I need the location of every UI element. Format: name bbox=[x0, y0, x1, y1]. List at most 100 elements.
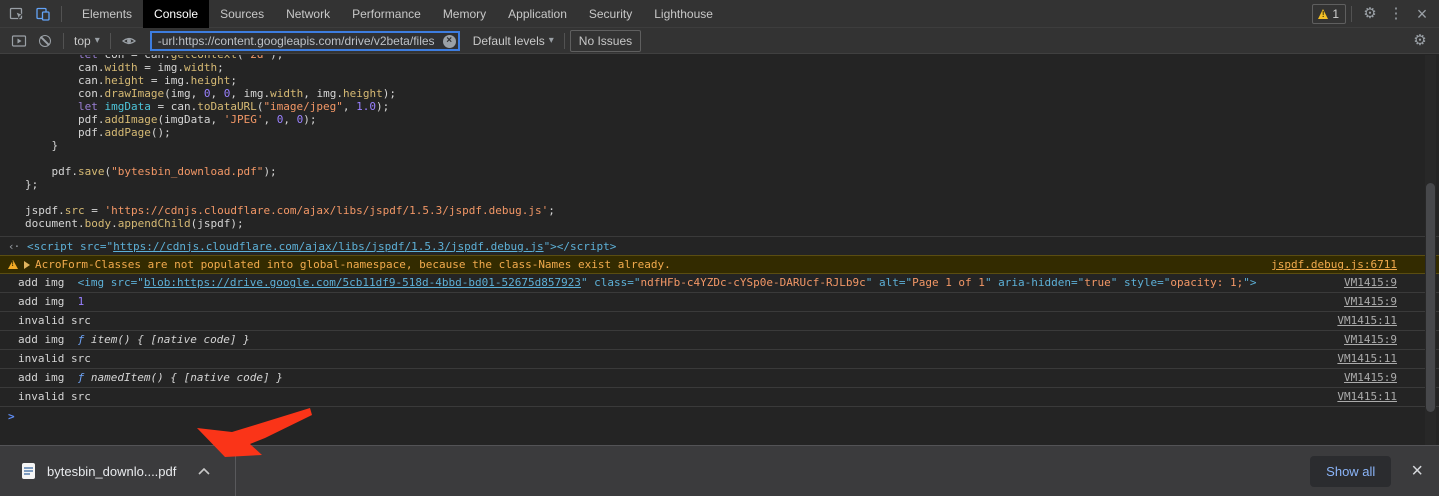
tab-lighthouse[interactable]: Lighthouse bbox=[643, 0, 724, 28]
no-issues-button[interactable]: No Issues bbox=[570, 30, 641, 52]
code-line: let imgData = can.toDataURL("image/jpeg"… bbox=[25, 100, 1439, 113]
log-message: invalid src bbox=[18, 352, 91, 365]
downloaded-file-chip[interactable]: bytesbin_downlo....pdf bbox=[0, 446, 236, 496]
source-location-link[interactable]: VM1415:9 bbox=[1332, 371, 1397, 384]
result-content: <script src="https://cdnjs.cloudflare.co… bbox=[27, 240, 616, 253]
source-location-link[interactable]: jspdf.debug.js:6711 bbox=[1259, 258, 1397, 271]
code-token: ; bbox=[217, 61, 224, 74]
live-expression-button[interactable] bbox=[116, 28, 142, 54]
code-token: can. bbox=[25, 74, 104, 87]
code-token: 1 bbox=[78, 295, 85, 308]
code-token: '2d' bbox=[244, 55, 271, 61]
console-toolbar: top ▾ × Default levels ▾ No Issues ⚙ bbox=[0, 28, 1439, 54]
code-token: ; bbox=[230, 74, 237, 87]
code-token: "bytesbin_download.pdf" bbox=[111, 165, 263, 178]
clear-console-button[interactable] bbox=[32, 28, 58, 54]
code-token: ; bbox=[548, 204, 555, 217]
console-scrollbar-track[interactable] bbox=[1425, 55, 1436, 445]
code-token: } bbox=[25, 139, 58, 152]
code-token: addImage bbox=[104, 113, 157, 126]
code-token: (imgData, bbox=[157, 113, 223, 126]
execution-context-selector[interactable]: top ▾ bbox=[69, 34, 105, 48]
download-shelf: bytesbin_downlo....pdf Show all × bbox=[0, 445, 1439, 496]
console-sidebar-toggle-button[interactable] bbox=[6, 28, 32, 54]
code-token: add img bbox=[18, 276, 78, 289]
code-token: <script src=" bbox=[27, 240, 113, 253]
show-all-downloads-button[interactable]: Show all bbox=[1310, 456, 1391, 487]
code-token: <img src=" bbox=[78, 276, 144, 289]
tab-security[interactable]: Security bbox=[578, 0, 643, 28]
code-token bbox=[25, 191, 32, 204]
source-location-link[interactable]: VM1415:9 bbox=[1332, 295, 1397, 308]
tab-elements[interactable]: Elements bbox=[71, 0, 143, 28]
tab-performance[interactable]: Performance bbox=[341, 0, 432, 28]
expand-arrow-icon[interactable] bbox=[24, 261, 30, 269]
tab-console[interactable]: Console bbox=[143, 0, 209, 28]
code-token: , bbox=[263, 113, 276, 126]
code-token: " aria-hidden=" bbox=[985, 276, 1084, 289]
code-token: opacity: 1; bbox=[1170, 276, 1243, 289]
code-token: " alt=" bbox=[866, 276, 912, 289]
code-token: width bbox=[184, 61, 217, 74]
inspect-cursor-icon bbox=[9, 6, 25, 22]
code-token: , img. bbox=[303, 87, 343, 100]
tab-memory[interactable]: Memory bbox=[432, 0, 497, 28]
code-line bbox=[25, 191, 1439, 204]
code-token: = img. bbox=[144, 74, 190, 87]
code-token: ( bbox=[237, 55, 244, 61]
settings-button[interactable]: ⚙ bbox=[1357, 1, 1383, 27]
console-link[interactable]: https://cdnjs.cloudflare.com/ajax/libs/j… bbox=[113, 240, 543, 253]
prompt-chevron-icon: > bbox=[8, 410, 15, 423]
clear-console-icon bbox=[39, 35, 51, 47]
evaluated-code-block: let con = can.getContext('2d'); can.widt… bbox=[0, 55, 1439, 230]
code-token: = img. bbox=[138, 61, 184, 74]
tab-network[interactable]: Network bbox=[275, 0, 341, 28]
gear-icon: ⚙ bbox=[1363, 6, 1376, 21]
tab-application[interactable]: Application bbox=[497, 0, 578, 28]
issues-warning-badge[interactable]: 1 bbox=[1312, 4, 1346, 24]
source-location-link[interactable]: VM1415:9 bbox=[1332, 276, 1397, 289]
code-token: "image/jpeg" bbox=[263, 100, 342, 113]
source-location-link[interactable]: VM1415:9 bbox=[1332, 333, 1397, 346]
warning-message: AcroForm-Classes are not populated into … bbox=[35, 258, 671, 271]
code-line bbox=[25, 152, 1439, 165]
warning-count: 1 bbox=[1332, 7, 1339, 21]
source-location-link[interactable]: VM1415:11 bbox=[1325, 314, 1397, 327]
code-token: , img. bbox=[230, 87, 270, 100]
console-scrollbar-thumb[interactable] bbox=[1426, 183, 1435, 412]
panel-tabstrip: ElementsConsoleSourcesNetworkPerformance… bbox=[71, 0, 724, 28]
source-location-link[interactable]: VM1415:11 bbox=[1325, 352, 1397, 365]
code-token: "></script> bbox=[544, 240, 617, 253]
filter-input[interactable] bbox=[150, 31, 460, 51]
toolbar-divider bbox=[564, 33, 565, 49]
code-token: ); bbox=[270, 55, 283, 61]
code-token: true bbox=[1084, 276, 1111, 289]
console-settings-button[interactable]: ⚙ bbox=[1407, 28, 1433, 54]
code-token: appendChild bbox=[118, 217, 191, 230]
tab-sources[interactable]: Sources bbox=[209, 0, 275, 28]
console-link[interactable]: blob:https://drive.google.com/5cb11df9-5… bbox=[144, 276, 581, 289]
code-token: = can. bbox=[151, 100, 197, 113]
log-levels-selector[interactable]: Default levels ▾ bbox=[468, 34, 559, 48]
chevron-down-icon: ▾ bbox=[549, 35, 554, 46]
console-log-row: invalid srcVM1415:11 bbox=[0, 388, 1439, 407]
clear-filter-icon[interactable]: × bbox=[443, 35, 456, 48]
console-prompt[interactable]: > bbox=[0, 407, 1439, 425]
code-token: 'JPEG' bbox=[224, 113, 264, 126]
code-token: . bbox=[111, 217, 118, 230]
code-token: " style=" bbox=[1111, 276, 1171, 289]
code-token: height bbox=[104, 74, 144, 87]
download-options-caret[interactable] bbox=[198, 468, 210, 475]
code-token: pdf. bbox=[25, 113, 104, 126]
close-shelf-icon[interactable]: × bbox=[1405, 461, 1429, 481]
console-filter: × bbox=[150, 31, 460, 51]
inspect-element-button[interactable] bbox=[4, 1, 30, 27]
console-messages-area: let con = can.getContext('2d'); can.widt… bbox=[0, 55, 1439, 445]
console-log-row: add img <img src="blob:https://drive.goo… bbox=[0, 274, 1439, 293]
source-location-link[interactable]: VM1415:11 bbox=[1325, 390, 1397, 403]
more-options-button[interactable]: ⋮ bbox=[1383, 1, 1409, 27]
close-devtools-button[interactable]: × bbox=[1409, 1, 1435, 27]
log-message: add img 1 bbox=[18, 295, 84, 308]
code-token: (); bbox=[151, 126, 171, 139]
toggle-device-toolbar-button[interactable] bbox=[30, 1, 56, 27]
